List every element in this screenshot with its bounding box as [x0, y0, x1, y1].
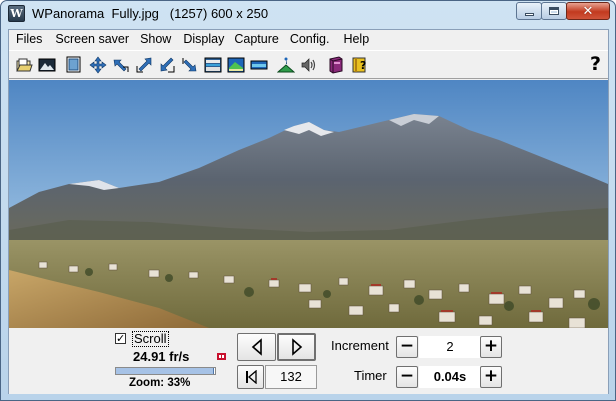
move-arrows-icon	[89, 56, 106, 73]
skip-back-icon	[245, 370, 257, 384]
shrink-left-icon	[113, 59, 128, 72]
help-icon: ?	[589, 53, 602, 75]
frame-number: 132	[265, 365, 317, 389]
speaker-icon	[301, 57, 315, 72]
increment-plus-button[interactable]: +	[480, 336, 502, 358]
fit-window-icon	[66, 56, 80, 72]
triangle-right-icon	[291, 338, 302, 356]
panorama-image[interactable]	[9, 80, 608, 328]
book-icon	[329, 55, 342, 74]
landscape-flat-icon	[250, 60, 267, 69]
toolbar: ? ?	[9, 50, 608, 79]
speaker-button[interactable]	[298, 54, 319, 75]
expand-down-right-icon	[182, 57, 196, 71]
app-icon[interactable]: W	[8, 5, 25, 22]
timer-label: Timer	[354, 368, 387, 383]
menu-show[interactable]: Show	[140, 30, 171, 49]
shrink-down-left-icon	[160, 57, 174, 72]
increment-value[interactable]: 2	[419, 336, 481, 358]
record-icon	[217, 353, 226, 360]
mountain-person-button[interactable]	[275, 54, 296, 75]
shrink-down-left-button[interactable]	[156, 54, 177, 75]
timer-value[interactable]: 0.04s	[419, 366, 481, 388]
scroll-checkbox[interactable]: ✓	[115, 333, 126, 344]
menu-display[interactable]: Display	[183, 30, 224, 49]
first-frame-button[interactable]	[237, 365, 264, 389]
timer-minus-button[interactable]: −	[396, 366, 418, 388]
help-book-icon: ?	[352, 57, 366, 72]
scroll-label[interactable]: Scroll	[132, 331, 169, 347]
zoom-slider[interactable]	[115, 367, 216, 375]
close-button[interactable]: ✕	[566, 2, 610, 20]
expand-down-right-button[interactable]	[179, 54, 200, 75]
controls-panel: ✓ Scroll 24.91 fr/s Zoom: 33% 132 Increm…	[9, 328, 608, 394]
maximize-icon	[549, 7, 559, 15]
minimize-button[interactable]	[516, 2, 542, 20]
svg-text:?: ?	[360, 59, 366, 72]
window-title: WPanorama Fully.jpg (1257) 600 x 250	[32, 6, 269, 21]
client-area: Files Screen saver Show Display Capture …	[8, 29, 609, 394]
move-button[interactable]	[87, 54, 108, 75]
menu-capture[interactable]: Capture	[234, 30, 278, 49]
menu-files[interactable]: Files	[16, 30, 42, 49]
menu-bar: Files Screen saver Show Display Capture …	[9, 30, 608, 49]
expand-up-right-button[interactable]	[133, 54, 154, 75]
help-book-button[interactable]: ?	[348, 54, 369, 75]
landscape-view-2-button[interactable]	[225, 54, 246, 75]
increment-minus-button[interactable]: −	[396, 336, 418, 358]
zoom-label: Zoom: 33%	[129, 377, 191, 389]
expand-up-right-icon	[136, 57, 151, 72]
minimize-icon	[524, 12, 534, 16]
picture-button[interactable]	[36, 54, 57, 75]
close-icon: ✕	[582, 3, 594, 19]
mountain-landscape-image	[9, 80, 608, 328]
landscape-view-button[interactable]	[202, 54, 223, 75]
app-window: W WPanorama Fully.jpg (1257) 600 x 250 ✕…	[0, 0, 616, 401]
landscape-flat-button[interactable]	[248, 54, 269, 75]
zoom-slider-fill	[116, 368, 214, 374]
next-button[interactable]	[277, 333, 316, 361]
fit-window-button[interactable]	[63, 54, 84, 75]
book-button[interactable]	[325, 54, 346, 75]
help-button[interactable]: ?	[585, 54, 606, 75]
maximize-button[interactable]	[541, 2, 567, 20]
title-bar[interactable]: W WPanorama Fully.jpg (1257) 600 x 250 ✕	[1, 1, 615, 27]
triangle-left-icon	[251, 338, 262, 356]
previous-button[interactable]	[237, 333, 276, 361]
fps-readout: 24.91 fr/s	[133, 349, 190, 364]
shrink-left-button[interactable]	[110, 54, 131, 75]
landscape-view-icon	[204, 57, 221, 72]
timer-plus-button[interactable]: +	[480, 366, 502, 388]
menu-config[interactable]: Config.	[290, 30, 330, 49]
increment-label: Increment	[331, 338, 389, 353]
mountain-person-icon	[276, 57, 295, 72]
landscape-view-2-icon	[227, 57, 244, 72]
menu-help[interactable]: Help	[343, 30, 369, 49]
open-file-button[interactable]	[13, 54, 34, 75]
open-file-icon	[15, 58, 33, 71]
picture-icon	[38, 58, 55, 71]
menu-screen-saver[interactable]: Screen saver	[55, 30, 129, 49]
